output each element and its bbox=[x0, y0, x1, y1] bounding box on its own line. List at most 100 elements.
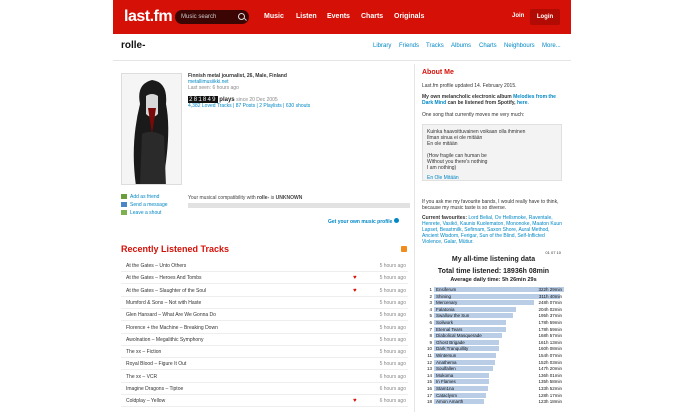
chart-bar-rank: 14 bbox=[426, 372, 432, 378]
chart-bar-label: Diabolical Masquerade bbox=[436, 333, 482, 339]
chart-bar-value: 204h 02min bbox=[538, 306, 562, 312]
last-seen: Last seen: 6 hours ago bbox=[188, 85, 239, 91]
track-timestamp: 6 hours ago bbox=[379, 398, 406, 405]
loved-heart-icon[interactable]: ♥ bbox=[353, 272, 357, 284]
chart-bar-value: 160h 08min bbox=[538, 346, 562, 352]
profile-avatar[interactable] bbox=[121, 73, 182, 185]
get-own-profile-link[interactable]: Get your own music profile bbox=[328, 218, 399, 225]
rss-icon[interactable] bbox=[401, 246, 407, 252]
compatibility-text: Your musical compatibility with rolle- i… bbox=[188, 195, 302, 201]
chart-bar-value: 178h 59min bbox=[538, 326, 562, 332]
track-timestamp: 5 hours ago bbox=[379, 324, 406, 331]
track-row[interactable]: Glen Hansard – What Are We Gonna Do 5 hou… bbox=[121, 309, 408, 322]
subnav-library[interactable]: Library bbox=[373, 43, 391, 49]
chart-bar-value: 311h 40min bbox=[538, 293, 562, 299]
scrobble-counter: 281849 plays since 20 Dec 2005 bbox=[188, 96, 278, 103]
loved-heart-icon[interactable]: ♥ bbox=[353, 395, 357, 407]
track-title[interactable]: Florence + the Machine – Breaking Down bbox=[126, 322, 218, 334]
chart-bar-label: Amon Amarth bbox=[436, 399, 464, 405]
compat-suffix: is bbox=[270, 195, 275, 201]
track-row[interactable]: Florence + the Machine – Breaking Down 5 … bbox=[121, 322, 408, 334]
chart-bar-label: Mercenary bbox=[436, 300, 458, 306]
join-link[interactable]: Join bbox=[512, 13, 524, 19]
track-row[interactable]: The xx – VCR 6 hours ago bbox=[121, 371, 408, 383]
chart-bar-rank: 11 bbox=[427, 353, 432, 358]
chart-bar-value: 322h 29min bbox=[538, 287, 562, 292]
track-row[interactable]: Royal Blood – Figure It Out 5 hours ago bbox=[121, 358, 408, 371]
track-title[interactable]: Glen Hansard – What Are We Gonna Do bbox=[126, 309, 216, 321]
chart-bar-rank: 13 bbox=[426, 366, 432, 372]
album-note: My own melancholic electronic album Melo… bbox=[422, 94, 556, 106]
nav-originals[interactable]: Originals bbox=[394, 13, 424, 20]
chart-total: Total time listened: 18936h 08min bbox=[437, 268, 550, 275]
spotify-link[interactable]: here bbox=[517, 100, 528, 106]
track-row[interactable]: At the Gates – Slaughter of the Soul ♥ 5 h… bbox=[121, 285, 408, 297]
subnav-neighbours[interactable]: Neighbours bbox=[504, 43, 535, 49]
chart-bar-label: Eternal Tears bbox=[436, 326, 463, 332]
send-message-button[interactable]: Send a message bbox=[121, 202, 168, 208]
chart-bar-rank: 4 bbox=[429, 306, 432, 312]
track-row[interactable]: At the Gates – Heroes And Tombs ♥ 5 hours … bbox=[121, 272, 408, 285]
chart-bar-value: 135h 58min bbox=[538, 379, 562, 385]
search-input[interactable]: Music search bbox=[175, 10, 249, 24]
track-title[interactable]: Coldplay – Yellow bbox=[126, 395, 165, 407]
track-title[interactable]: At the Gates – Slaughter of the Soul bbox=[126, 285, 206, 297]
add-friend-button[interactable]: Add as friend bbox=[121, 194, 159, 200]
add-friend-label: Add as friend bbox=[130, 194, 160, 200]
chart-bar-value: 123h 18min bbox=[538, 399, 562, 405]
lyrics-link[interactable]: En Ole Mitään bbox=[427, 175, 557, 181]
chart-bar-rank: 17 bbox=[426, 392, 432, 398]
chart-bar-rank: 5 bbox=[429, 313, 432, 319]
track-row[interactable]: The xx – Fiction 5 hours ago bbox=[121, 346, 408, 359]
chart-bar-rank: 15 bbox=[426, 379, 432, 385]
chart-bar-value: 168h 57min bbox=[538, 333, 562, 339]
track-row[interactable]: Awolnation – Megalithic Symphony 5 hours … bbox=[121, 334, 408, 346]
nav-events[interactable]: Events bbox=[327, 13, 350, 20]
get-own-profile-label: Get your own music profile bbox=[328, 219, 393, 225]
track-title[interactable]: Royal Blood – Figure It Out bbox=[126, 358, 186, 370]
favourites-intro: If you ask me my favourite bands, I woul… bbox=[422, 199, 559, 211]
track-timestamp: 5 hours ago bbox=[379, 263, 406, 269]
chart-bar-value: 128h 17min bbox=[538, 392, 562, 398]
track-row[interactable]: At the Gates – Unto Others 5 hours ago bbox=[121, 260, 408, 272]
profile-stat-links[interactable]: 4,382 Loved Tracks | 87 Posts | 2 Playli… bbox=[188, 103, 310, 109]
lastfm-logo[interactable]: last.fm bbox=[124, 8, 173, 26]
track-title[interactable]: Imagine Dragons – Tiptoe bbox=[126, 383, 183, 395]
chart-bar-rank: 10 bbox=[426, 346, 432, 352]
nav-music[interactable]: Music bbox=[264, 13, 284, 20]
subnav-charts[interactable]: Charts bbox=[479, 43, 497, 49]
track-timestamp: 5 hours ago bbox=[379, 299, 406, 306]
about-title: About Me bbox=[422, 69, 454, 76]
track-timestamp: 5 hours ago bbox=[379, 349, 406, 356]
track-timestamp: 5 hours ago bbox=[379, 275, 406, 282]
chart-bar-value: 133h 52min bbox=[538, 386, 562, 391]
track-title[interactable]: At the Gates – Heroes And Tombs bbox=[126, 272, 202, 284]
chart-bar-rank: 6 bbox=[429, 320, 432, 325]
track-title[interactable]: The xx – Fiction bbox=[126, 346, 161, 358]
lyrics-quote: Kuinka haavoittuvainen voikaan olla ihmi… bbox=[422, 124, 562, 181]
loved-heart-icon[interactable]: ♥ bbox=[353, 285, 357, 297]
login-button[interactable]: Login bbox=[530, 9, 560, 25]
chart-bar-label: Stam1na bbox=[436, 386, 455, 391]
track-row[interactable]: Mumford & Sons – Not with Haste 5 hours a… bbox=[121, 297, 408, 309]
track-title[interactable]: The xx – VCR bbox=[126, 371, 157, 383]
chart-bar-value: 178h 59min bbox=[538, 320, 562, 325]
track-row[interactable]: Imagine Dragons – Tiptoe 6 hours ago bbox=[121, 383, 408, 395]
subnav-more[interactable]: More... bbox=[542, 43, 561, 49]
chart-bar-label: Swallow the Sun bbox=[436, 313, 470, 319]
track-title[interactable]: Awolnation – Megalithic Symphony bbox=[126, 334, 203, 346]
nav-charts[interactable]: Charts bbox=[361, 13, 383, 20]
subnav-tracks[interactable]: Tracks bbox=[426, 43, 444, 49]
chart-bar-label: Ensiferum bbox=[436, 287, 457, 292]
chart-bar-rank: 7 bbox=[429, 326, 432, 332]
leave-shout-button[interactable]: Leave a shout bbox=[121, 210, 161, 216]
chart-bar-label: Falatonia bbox=[436, 306, 455, 312]
compatibility-bar bbox=[188, 203, 410, 208]
track-title[interactable]: Mumford & Sons – Not with Haste bbox=[126, 297, 201, 309]
track-title[interactable]: At the Gates – Unto Others bbox=[126, 260, 186, 272]
subnav-friends[interactable]: Friends bbox=[399, 43, 419, 49]
nav-listen[interactable]: Listen bbox=[296, 13, 317, 20]
track-row[interactable]: Coldplay – Yellow ♥ 6 hours ago bbox=[121, 395, 408, 408]
subnav-albums[interactable]: Albums bbox=[451, 43, 471, 49]
search-icon[interactable] bbox=[238, 13, 245, 20]
